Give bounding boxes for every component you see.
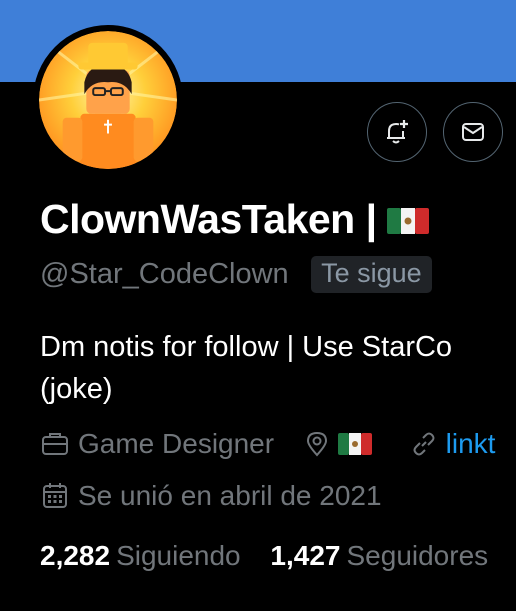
- display-name: ClownWasTaken |: [40, 196, 377, 242]
- bio-line-1: Dm notis for follow | Use StarCo: [40, 331, 453, 363]
- profile-bio: Dm notis for follow | Use StarCo (joke): [40, 326, 516, 410]
- bio-line-2: (joke): [40, 373, 113, 405]
- calendar-icon: [43, 482, 67, 508]
- following-stat[interactable]: 2,282 Siguiendo: [40, 540, 270, 571]
- profile-handle: @Star_CodeClown: [40, 258, 289, 290]
- profile-meta-row: Game Designer linkt: [40, 426, 516, 460]
- handle-row: @Star_CodeClown Te sigue: [40, 256, 432, 293]
- envelope-icon: [462, 123, 484, 141]
- follow-stats: 2,282 Siguiendo 1,427 Seguidores: [40, 540, 510, 572]
- joined-text: Se unió en abril de 2021: [78, 479, 382, 511]
- joined-row: Se unió en abril de 2021: [40, 478, 404, 512]
- occupation-item: Game Designer: [40, 428, 274, 460]
- profile-avatar[interactable]: [33, 25, 183, 175]
- link-icon: [413, 432, 435, 456]
- briefcase-icon: [42, 432, 68, 455]
- avatar-image: [39, 31, 177, 169]
- notifications-button[interactable]: [367, 102, 427, 162]
- joined-item: Se unió en abril de 2021: [40, 480, 382, 512]
- following-count: 2,282: [40, 540, 111, 571]
- link-item[interactable]: linkt: [410, 428, 496, 460]
- followers-stat[interactable]: 1,427 Seguidores: [270, 540, 510, 571]
- profile-link[interactable]: linkt: [446, 428, 496, 460]
- followers-count: 1,427: [270, 540, 341, 571]
- mexico-flag-icon: [387, 199, 430, 246]
- follows-you-badge: Te sigue: [311, 256, 432, 293]
- mexico-flag-icon: [337, 432, 372, 455]
- following-label: Siguiendo: [116, 540, 241, 571]
- bell-plus-icon: [387, 120, 408, 144]
- location-pin-icon: [306, 431, 327, 457]
- location-item: [304, 430, 380, 458]
- followers-label: Seguidores: [346, 540, 489, 571]
- message-button[interactable]: [443, 102, 503, 162]
- occupation-text: Game Designer: [78, 427, 275, 459]
- profile-name: ClownWasTaken |: [40, 196, 430, 246]
